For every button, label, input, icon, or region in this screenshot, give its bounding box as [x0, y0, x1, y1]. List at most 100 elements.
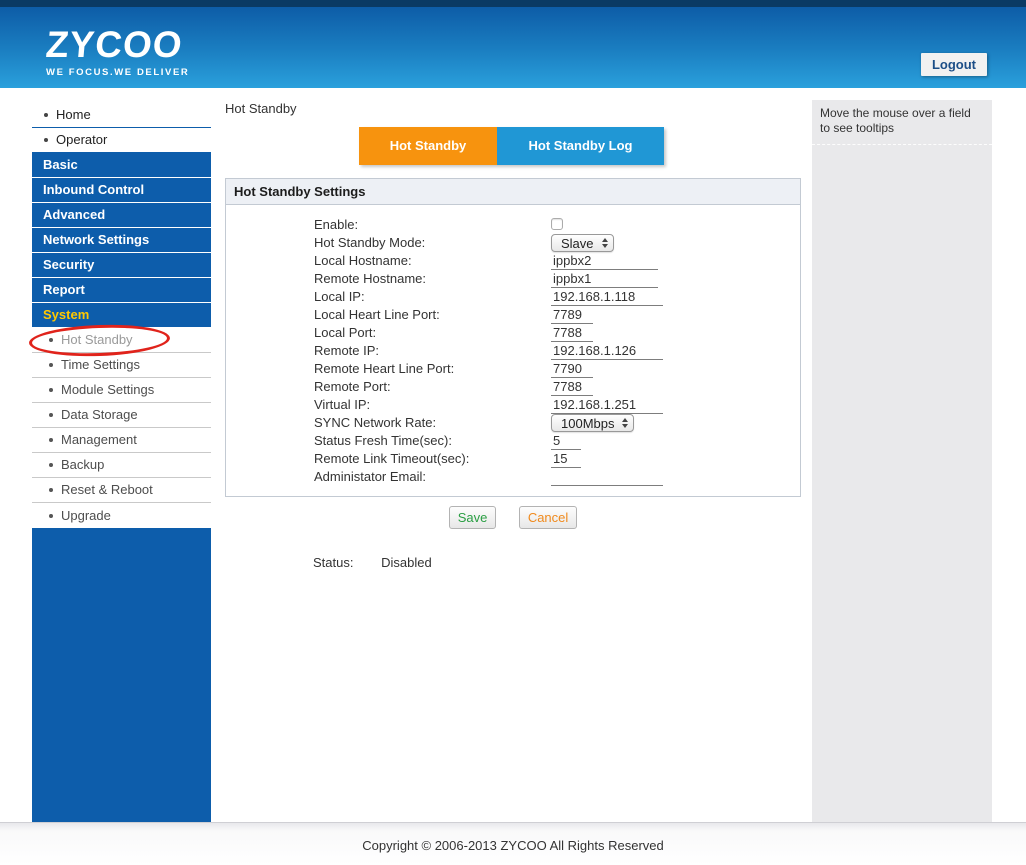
- sidebar-subitem-hot-standby[interactable]: Hot Standby: [32, 328, 211, 353]
- sidebar-subitem-module-settings[interactable]: Module Settings: [32, 378, 211, 403]
- page: ZYCOO WE FOCUS.WE DELIVER Logout HomeOpe…: [0, 0, 1026, 865]
- remote-ip-input[interactable]: [551, 343, 663, 360]
- bullet-icon: [49, 363, 53, 367]
- remote-link-timeout-sec-input[interactable]: [551, 451, 581, 468]
- field-control-local-port: [551, 324, 593, 342]
- enable-checkbox[interactable]: [551, 218, 563, 230]
- sidebar-item-label: Network Settings: [43, 228, 149, 252]
- bullet-icon: [49, 338, 53, 342]
- sidebar-item-security[interactable]: Security: [32, 253, 211, 278]
- remote-heart-line-port-input[interactable]: [551, 361, 593, 378]
- status-fresh-time-sec-input[interactable]: [551, 433, 581, 450]
- status-line: Status: Disabled: [313, 555, 432, 570]
- form-row-remote-heart-line-port: Remote Heart Line Port:: [226, 360, 800, 378]
- local-heart-line-port-input[interactable]: [551, 307, 593, 324]
- form-row-enable: Enable:: [226, 216, 800, 234]
- copyright-text: Copyright © 2006-2013 ZYCOO All Rights R…: [0, 823, 1026, 853]
- arrow-up-icon: [602, 238, 608, 242]
- field-control-hot-standby-mode: Slave: [551, 234, 614, 253]
- remote-hostname-input[interactable]: [551, 271, 658, 288]
- logout-button[interactable]: Logout: [921, 53, 987, 76]
- field-label-local-heart-line-port: Local Heart Line Port:: [314, 307, 440, 322]
- sidebar-item-report[interactable]: Report: [32, 278, 211, 303]
- sidebar-item-inbound-control[interactable]: Inbound Control: [32, 178, 211, 203]
- field-label-hot-standby-mode: Hot Standby Mode:: [314, 235, 425, 250]
- remote-port-input[interactable]: [551, 379, 593, 396]
- field-label-local-port: Local Port:: [314, 325, 376, 340]
- local-port-input[interactable]: [551, 325, 593, 342]
- sidebar-item-system[interactable]: System: [32, 303, 211, 328]
- field-control-remote-port: [551, 378, 593, 396]
- save-button[interactable]: Save: [449, 506, 497, 529]
- cancel-button[interactable]: Cancel: [519, 506, 577, 529]
- sidebar: HomeOperatorBasicInbound ControlAdvanced…: [32, 103, 211, 822]
- field-label-remote-hostname: Remote Hostname:: [314, 271, 426, 286]
- field-control-local-ip: [551, 288, 663, 306]
- field-control-remote-heart-line-port: [551, 360, 593, 378]
- select-stepper-icon: [602, 238, 608, 248]
- select-value: Slave: [561, 236, 594, 251]
- field-label-remote-link-timeout-sec: Remote Link Timeout(sec):: [314, 451, 469, 466]
- logo-text: ZYCOO: [44, 26, 191, 64]
- zycoo-logo: ZYCOO WE FOCUS.WE DELIVER: [46, 26, 189, 78]
- field-control-virtual-ip: [551, 396, 663, 414]
- sidebar-item-operator[interactable]: Operator: [32, 128, 211, 153]
- sidebar-item-label: Inbound Control: [43, 178, 144, 202]
- field-control-enable: [551, 216, 563, 235]
- sidebar-item-home[interactable]: Home: [32, 103, 211, 128]
- field-label-virtual-ip: Virtual IP:: [314, 397, 370, 412]
- settings-form: Enable:Hot Standby Mode: SlaveLocal Hostn…: [226, 205, 800, 486]
- sidebar-item-label: Report: [43, 278, 85, 302]
- sidebar-item-network-settings[interactable]: Network Settings: [32, 228, 211, 253]
- sidebar-subitem-label: Hot Standby: [61, 328, 133, 352]
- field-control-status-fresh-time-sec: [551, 432, 581, 450]
- form-row-local-heart-line-port: Local Heart Line Port:: [226, 306, 800, 324]
- administator-email-input[interactable]: [551, 469, 663, 486]
- field-control-remote-ip: [551, 342, 663, 360]
- status-value: Disabled: [381, 555, 432, 570]
- sidebar-subitem-label: Time Settings: [61, 353, 140, 377]
- sync-network-rate-select[interactable]: 100Mbps: [551, 414, 634, 432]
- panel-title: Hot Standby Settings: [226, 179, 800, 205]
- tooltip-panel: Move the mouse over a field to see toolt…: [812, 100, 992, 822]
- footer: Copyright © 2006-2013 ZYCOO All Rights R…: [0, 822, 1026, 865]
- form-actions: Save Cancel: [225, 506, 801, 529]
- sidebar-subitem-reset-reboot[interactable]: Reset & Reboot: [32, 478, 211, 503]
- field-control-remote-hostname: [551, 270, 658, 288]
- sidebar-subitem-label: Backup: [61, 453, 104, 477]
- bullet-icon: [49, 388, 53, 392]
- field-label-remote-port: Remote Port:: [314, 379, 391, 394]
- sidebar-subitem-management[interactable]: Management: [32, 428, 211, 453]
- local-hostname-input[interactable]: [551, 253, 658, 270]
- field-control-local-hostname: [551, 252, 658, 270]
- tab-hot-standby[interactable]: Hot Standby: [359, 127, 497, 165]
- virtual-ip-input[interactable]: [551, 397, 663, 414]
- form-row-local-hostname: Local Hostname:: [226, 252, 800, 270]
- form-row-status-fresh-time-sec: Status Fresh Time(sec):: [226, 432, 800, 450]
- sidebar-subitem-data-storage[interactable]: Data Storage: [32, 403, 211, 428]
- arrow-up-icon: [622, 418, 628, 422]
- page-title: Hot Standby: [225, 101, 297, 116]
- local-ip-input[interactable]: [551, 289, 663, 306]
- tab-bar: Hot StandbyHot Standby Log: [359, 127, 664, 165]
- tooltip-hint-text: Move the mouse over a field to see toolt…: [812, 100, 992, 145]
- settings-panel: Hot Standby Settings Enable:Hot Standby …: [225, 178, 801, 497]
- bullet-icon: [49, 514, 53, 518]
- sidebar-subitem-upgrade[interactable]: Upgrade: [32, 503, 211, 528]
- sidebar-subitem-backup[interactable]: Backup: [32, 453, 211, 478]
- form-row-local-ip: Local IP:: [226, 288, 800, 306]
- bullet-icon: [44, 113, 48, 117]
- bullet-icon: [49, 438, 53, 442]
- tab-hot-standby-log[interactable]: Hot Standby Log: [497, 127, 664, 165]
- sidebar-item-basic[interactable]: Basic: [32, 153, 211, 178]
- sidebar-subitem-time-settings[interactable]: Time Settings: [32, 353, 211, 378]
- form-row-remote-hostname: Remote Hostname:: [226, 270, 800, 288]
- form-row-virtual-ip: Virtual IP:: [226, 396, 800, 414]
- sidebar-item-label: Operator: [56, 128, 107, 152]
- hot-standby-mode-select[interactable]: Slave: [551, 234, 614, 252]
- field-control-sync-network-rate: 100Mbps: [551, 414, 634, 433]
- form-row-remote-link-timeout-sec: Remote Link Timeout(sec):: [226, 450, 800, 468]
- sidebar-subitem-label: Data Storage: [61, 403, 138, 427]
- sidebar-item-advanced[interactable]: Advanced: [32, 203, 211, 228]
- select-stepper-icon: [622, 418, 628, 428]
